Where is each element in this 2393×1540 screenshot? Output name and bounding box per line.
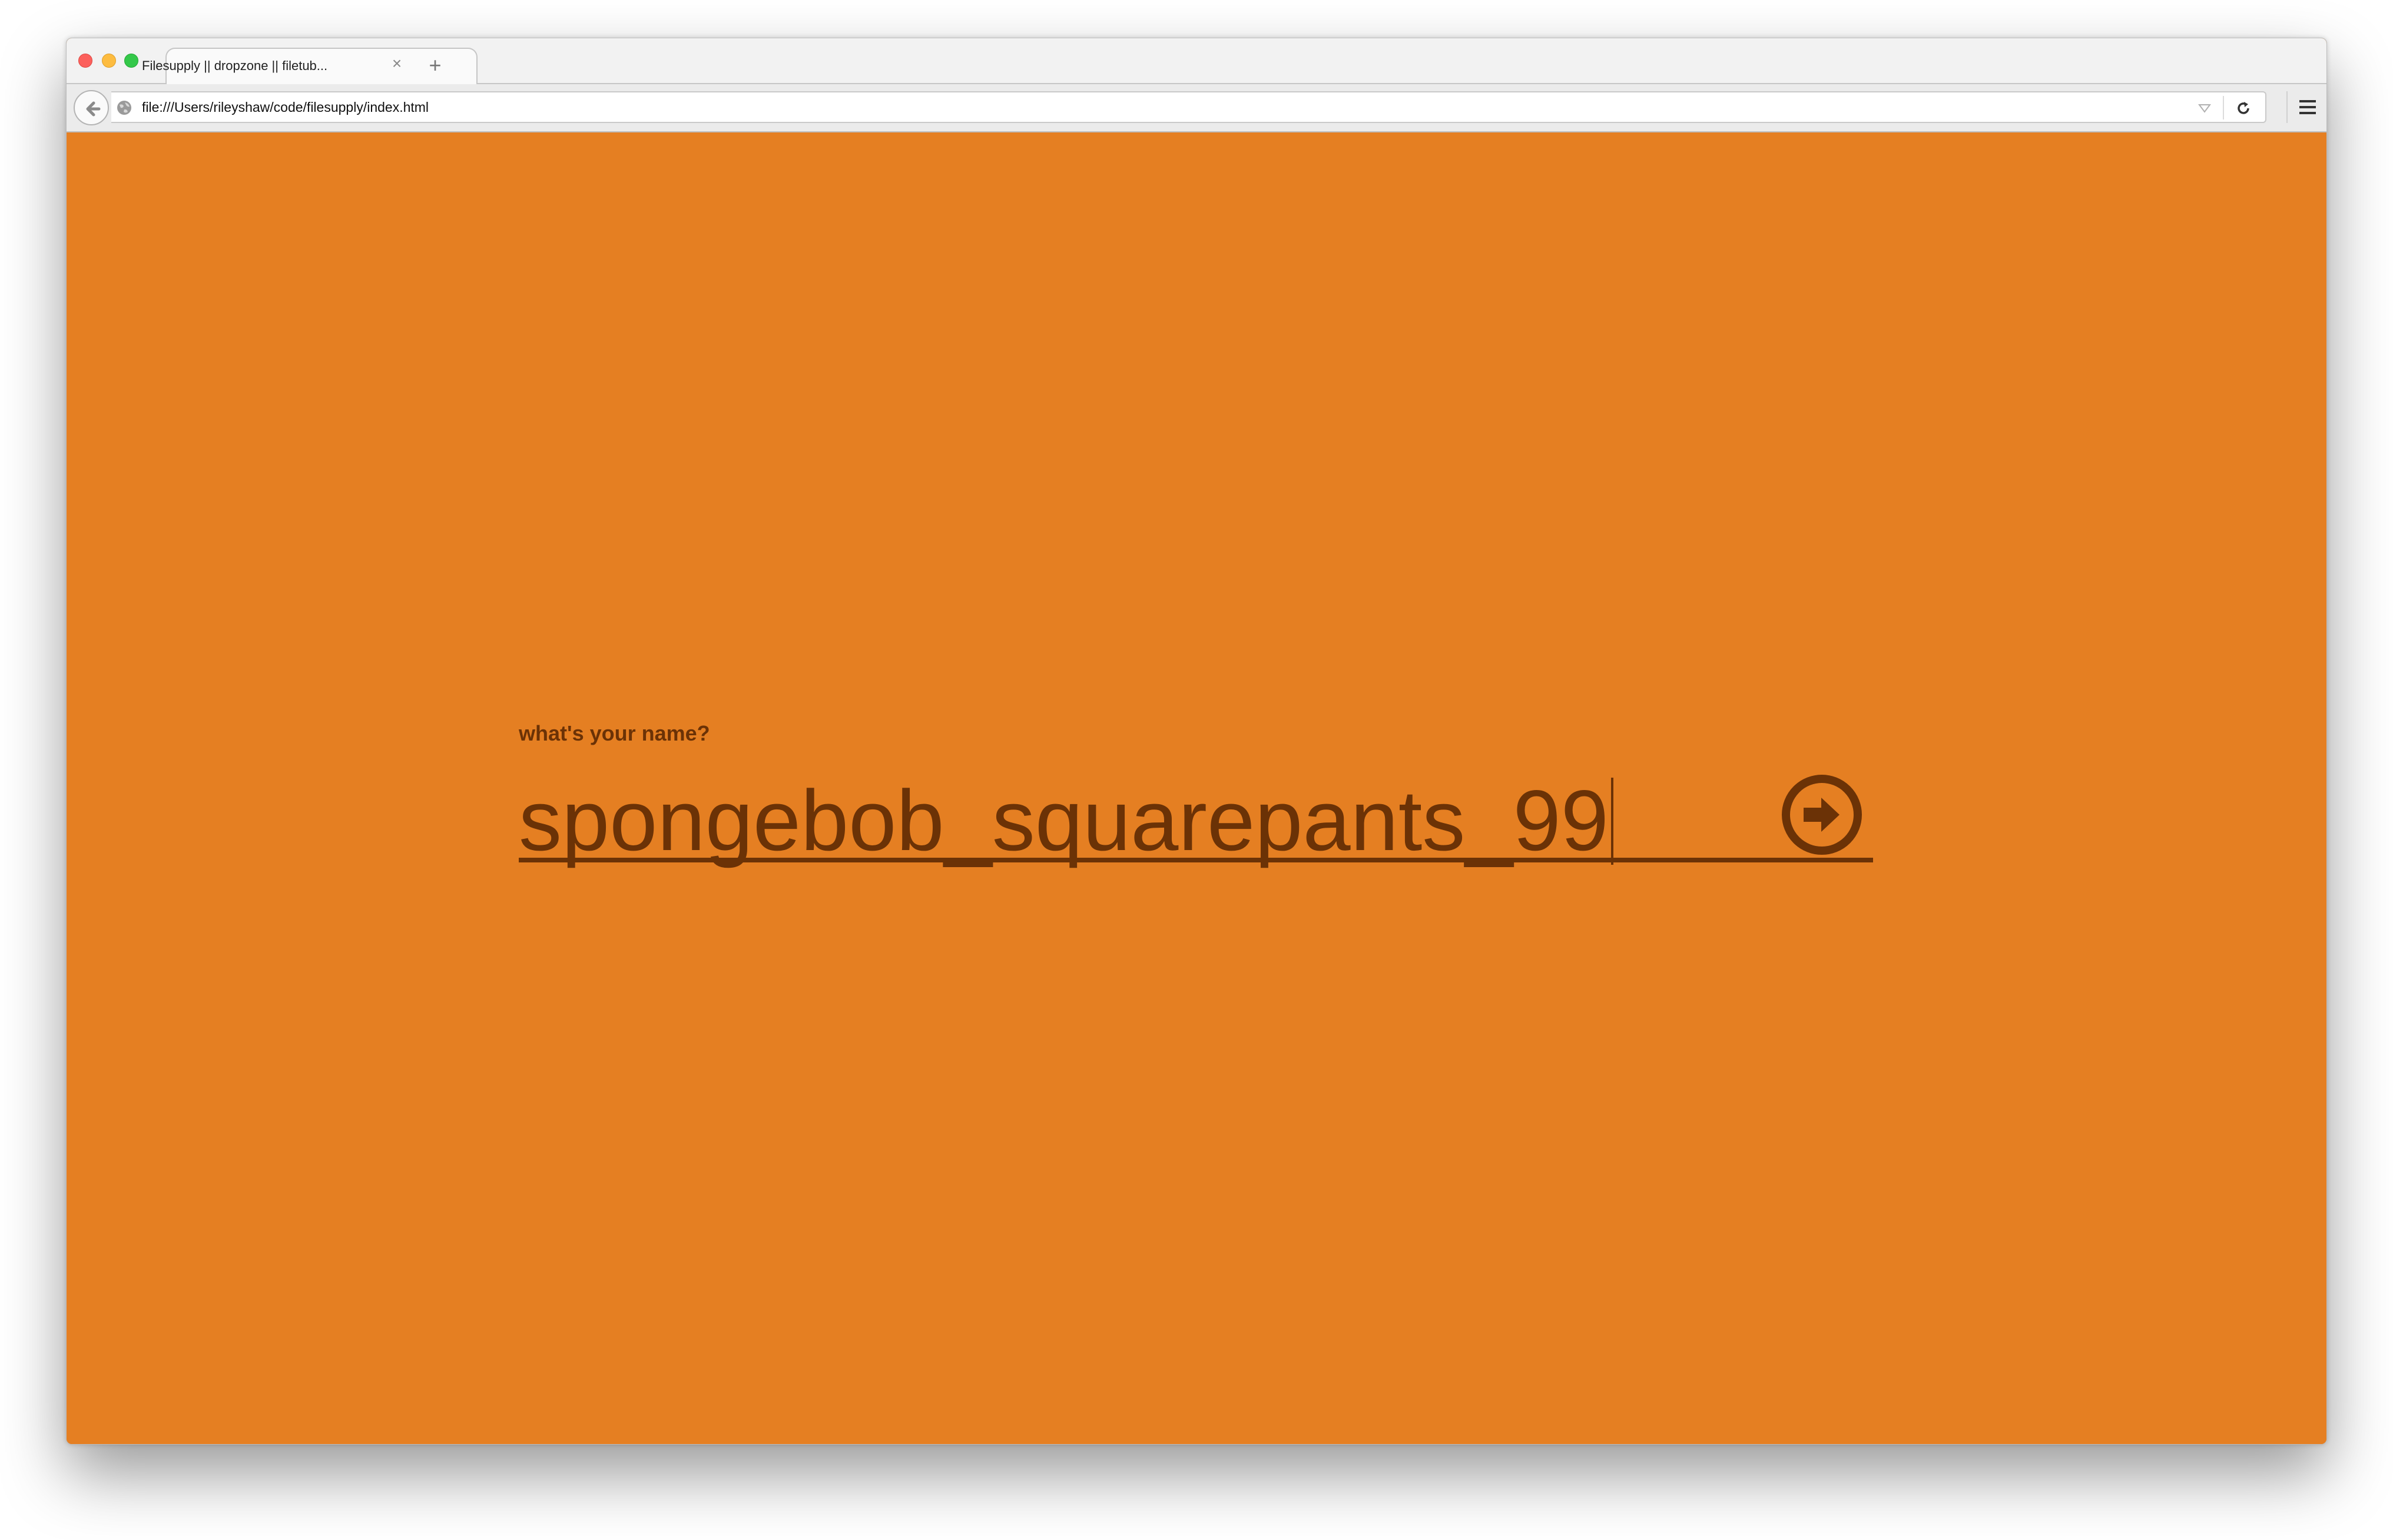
url-text[interactable]: file:///Users/rileyshaw/code/filesupply/…: [142, 99, 429, 115]
page-content: what's your name? spongebob_squarepants_…: [67, 132, 2326, 1444]
arrow-circle-right-icon[interactable]: [1781, 774, 1862, 855]
chevron-down-icon[interactable]: [2198, 103, 2211, 114]
text-caret: [1610, 778, 1613, 865]
name-input-text: spongebob_squarepants_99: [519, 772, 1609, 868]
browser-window: Filesupply || dropzone || filetub... × +…: [66, 38, 2327, 1445]
navigation-bar: file:///Users/rileyshaw/code/filesupply/…: [67, 84, 2326, 132]
reload-icon: [2238, 102, 2249, 114]
globe-icon: [117, 101, 131, 115]
name-input[interactable]: spongebob_squarepants_99: [519, 733, 1873, 865]
back-button[interactable]: [74, 90, 109, 125]
close-window-button[interactable]: [78, 54, 92, 68]
url-bar[interactable]: file:///Users/rileyshaw/code/filesupply/…: [111, 91, 2266, 123]
arrow-left-icon: [86, 101, 101, 117]
maximize-window-button[interactable]: [124, 54, 138, 68]
tab-title: Filesupply || dropzone || filetub...: [142, 58, 328, 73]
hamburger-menu-icon[interactable]: [2286, 91, 2322, 123]
reload-button[interactable]: [2223, 96, 2261, 120]
plus-icon[interactable]: +: [425, 55, 446, 76]
tab-strip: Filesupply || dropzone || filetub... × +: [67, 38, 2326, 85]
name-input-value: spongebob_squarepants_99: [519, 778, 1613, 865]
minimize-window-button[interactable]: [102, 54, 116, 68]
close-icon[interactable]: ×: [388, 55, 406, 72]
